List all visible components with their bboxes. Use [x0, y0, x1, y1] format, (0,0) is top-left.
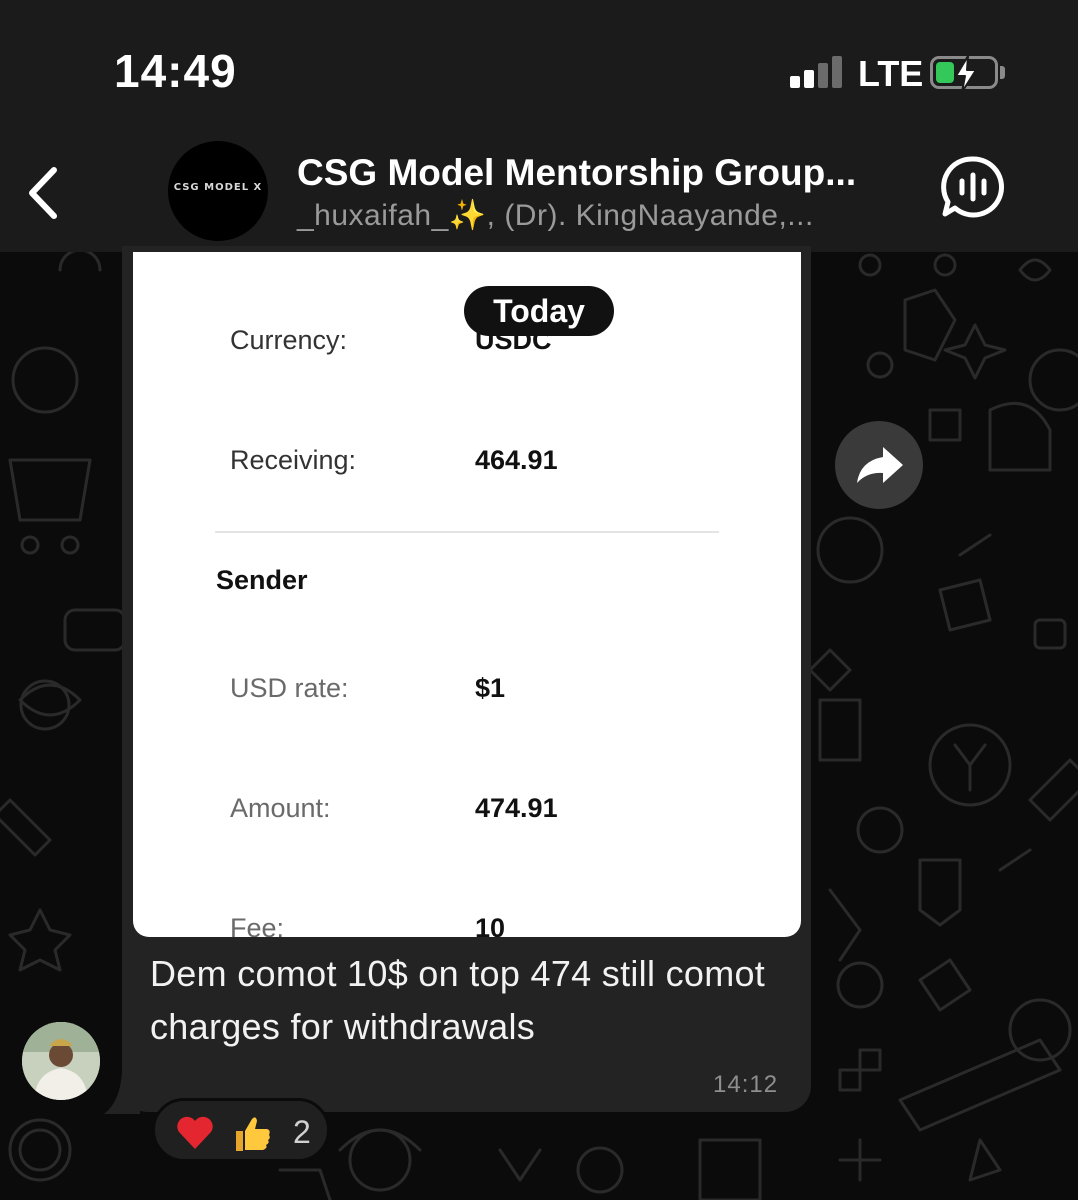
group-members[interactable]: _huxaifah_✨, (Dr). KingNaayande,...: [297, 198, 897, 233]
receipt-label-fee: Fee:: [230, 913, 285, 937]
status-bar: 14:49 LTE: [0, 0, 1078, 140]
receipt-value-fee: 10: [475, 913, 506, 937]
chat-header: CSG MODEL X CSG Model Mentorship Group..…: [0, 140, 1078, 252]
reactions-pill[interactable]: 2: [152, 1098, 330, 1162]
bolt-icon: [955, 55, 977, 93]
group-name[interactable]: CSG Model Mentorship Group...: [297, 152, 897, 194]
sender-photo: [22, 1022, 100, 1100]
receipt-image[interactable]: Currency: USDC Receiving: 464.91 Sender …: [133, 252, 801, 937]
status-time: 14:49: [114, 45, 237, 97]
cellular-signal-icon: [790, 56, 844, 88]
forward-button[interactable]: [835, 421, 923, 509]
sender-avatar[interactable]: [22, 1022, 100, 1100]
receipt-section-sender: Sender: [216, 565, 308, 595]
bubble-tail: [104, 1072, 140, 1114]
voice-chat-icon[interactable]: [940, 154, 1006, 220]
network-type: LTE: [858, 53, 924, 94]
message-timestamp: 14:12: [713, 1071, 779, 1098]
battery-cap: [1000, 66, 1005, 79]
receipt-value-amount: 474.91: [475, 793, 558, 823]
battery-charging-icon: [930, 55, 998, 93]
receipt-label-usd-rate: USD rate:: [230, 673, 349, 703]
forward-arrow-icon: [857, 447, 903, 483]
receipt-label-currency: Currency:: [230, 325, 348, 355]
back-chevron-icon[interactable]: [18, 158, 68, 228]
heart-icon: [177, 1116, 213, 1149]
receipt-divider: [215, 531, 719, 533]
group-avatar[interactable]: CSG MODEL X: [168, 141, 268, 241]
thumbs-up-icon: [236, 1117, 270, 1151]
receipt-value-usd-rate: $1: [475, 673, 506, 703]
reaction-count: 2: [293, 1114, 311, 1150]
group-avatar-logo: CSG MODEL X: [173, 182, 263, 193]
date-separator: Today: [464, 286, 614, 336]
receipt-label-receiving: Receiving:: [230, 445, 357, 475]
receipt-label-amount: Amount:: [230, 793, 331, 823]
receipt-value-receiving: 464.91: [475, 445, 558, 475]
message-text: Dem comot 10$ on top 474 still comot cha…: [150, 953, 766, 1047]
